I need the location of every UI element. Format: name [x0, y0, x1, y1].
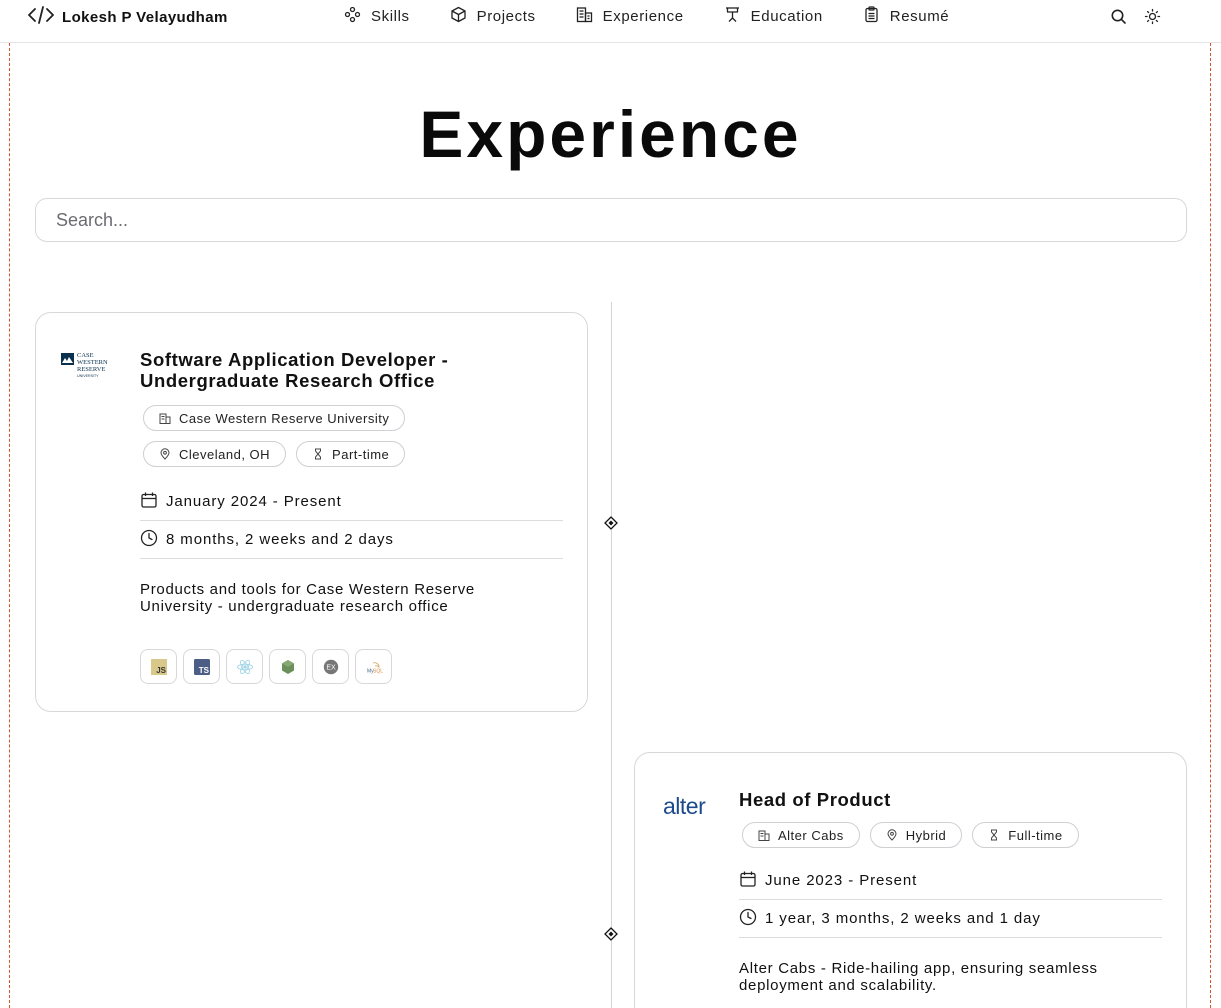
date-rows: January 2024 - Present 8 months, 2 weeks… — [140, 483, 563, 559]
chip-group: Case Western Reserve University Clevelan… — [143, 405, 423, 467]
nodejs-icon[interactable] — [269, 649, 306, 684]
job-description: Products and tools for Case Western Rese… — [140, 581, 475, 615]
date-rows: June 2023 - Present 1 year, 3 months, 2 … — [739, 862, 1162, 938]
job-type-chip: Part-time — [296, 441, 406, 467]
clock-icon — [739, 908, 757, 930]
nav-label: Resumé — [889, 7, 950, 25]
company-name: Alter Cabs — [778, 827, 844, 843]
job-description: Alter Cabs - Ride-hailing app, ensuring … — [739, 960, 1098, 994]
experience-card[interactable]: alter Head of Product Alter Cabs Hybrid … — [634, 752, 1187, 1008]
location: Cleveland, OH — [179, 446, 271, 462]
logo-line: WESTERN — [77, 359, 108, 366]
cube-icon — [450, 6, 467, 27]
timeline-node-icon — [604, 516, 618, 530]
typescript-icon[interactable]: TS — [183, 649, 220, 684]
calendar-icon — [739, 870, 757, 892]
date-range-row: January 2024 - Present — [140, 483, 563, 521]
podium-icon — [724, 6, 741, 27]
tech-label: TS — [198, 666, 209, 675]
calendar-icon — [140, 491, 158, 513]
duration: 1 year, 3 months, 2 weeks and 1 day — [765, 910, 1041, 927]
frame-left-border — [9, 43, 10, 1008]
frame-right-border — [1210, 43, 1211, 1008]
date-range: June 2023 - Present — [765, 872, 918, 889]
logo-line: UNIVERSITY — [77, 374, 99, 378]
clock-icon — [140, 529, 158, 551]
nav-label: Projects — [476, 7, 536, 25]
card-body: Head of Product Alter Cabs Hybrid Full-t… — [739, 789, 1162, 994]
job-type: Full-time — [1008, 827, 1063, 843]
location-chip: Hybrid — [869, 822, 963, 848]
alter-logo: alter — [662, 793, 718, 820]
chip-group: Alter Cabs Hybrid Full-time — [742, 822, 1162, 848]
search-input[interactable] — [35, 198, 1187, 242]
nav-item-projects[interactable]: Projects — [450, 5, 536, 27]
top-nav: Lokesh P Velayudham Skills Projects Expe… — [0, 0, 1221, 43]
nav-tools — [1110, 8, 1161, 30]
nav-item-skills[interactable]: Skills — [344, 5, 410, 27]
duration-row: 1 year, 3 months, 2 weeks and 1 day — [739, 900, 1162, 938]
location-chip: Cleveland, OH — [143, 441, 287, 467]
express-icon[interactable]: EX — [312, 649, 349, 684]
javascript-icon[interactable]: JS — [140, 649, 177, 684]
nav-item-education[interactable]: Education — [724, 5, 823, 27]
search-icon[interactable] — [1110, 8, 1127, 30]
brand-name: Lokesh P Velayudham — [62, 8, 228, 26]
job-title: Head of Product — [739, 789, 891, 810]
tech-stack: JS TS EX My SQL — [140, 649, 563, 684]
date-range-row: June 2023 - Present — [739, 862, 1162, 900]
timeline-line — [611, 302, 612, 1008]
job-type-chip: Full-time — [972, 822, 1079, 848]
nav-label: Skills — [371, 7, 410, 25]
date-range: January 2024 - Present — [166, 493, 342, 510]
nav-label: Experience — [602, 7, 684, 25]
company-name: Case Western Reserve University — [179, 410, 390, 426]
duration-row: 8 months, 2 weeks and 2 days — [140, 521, 563, 559]
company-chip: Alter Cabs — [742, 822, 860, 848]
nav-links: Skills Projects Experience Education Res… — [344, 5, 989, 27]
tech-label: JS — [156, 666, 166, 675]
nav-item-experience[interactable]: Experience — [576, 5, 684, 27]
skills-icon — [344, 6, 361, 27]
company-chip: Case Western Reserve University — [143, 405, 406, 431]
nav-item-resume[interactable]: Resumé — [863, 5, 949, 27]
timeline-node-icon — [604, 927, 618, 941]
page-title: Experience — [419, 97, 802, 171]
react-icon[interactable] — [226, 649, 263, 684]
logo-line: CASE — [77, 352, 94, 359]
building-icon — [576, 6, 593, 27]
nav-label: Education — [750, 7, 823, 25]
location: Hybrid — [905, 827, 947, 843]
tech-label: EX — [326, 664, 336, 671]
cwru-logo: CASE WESTERN RESERVE UNIVERSITY — [60, 351, 118, 381]
mysql-icon[interactable]: My SQL — [355, 649, 392, 684]
logo-wordmark: alter — [663, 794, 706, 819]
sun-icon[interactable] — [1144, 8, 1161, 30]
experience-card[interactable]: CASE WESTERN RESERVE UNIVERSITY Software… — [35, 312, 588, 712]
duration: 8 months, 2 weeks and 2 days — [166, 531, 394, 548]
svg-text:SQL: SQL — [373, 668, 383, 674]
code-brackets-icon — [28, 5, 54, 29]
logo-line: RESERVE — [77, 366, 105, 373]
job-title: Software Application Developer - Undergr… — [140, 349, 449, 391]
clipboard-icon — [863, 5, 880, 27]
card-body: Software Application Developer - Undergr… — [140, 349, 563, 684]
brand-link[interactable]: Lokesh P Velayudham — [28, 5, 228, 29]
job-type: Part-time — [332, 446, 390, 462]
